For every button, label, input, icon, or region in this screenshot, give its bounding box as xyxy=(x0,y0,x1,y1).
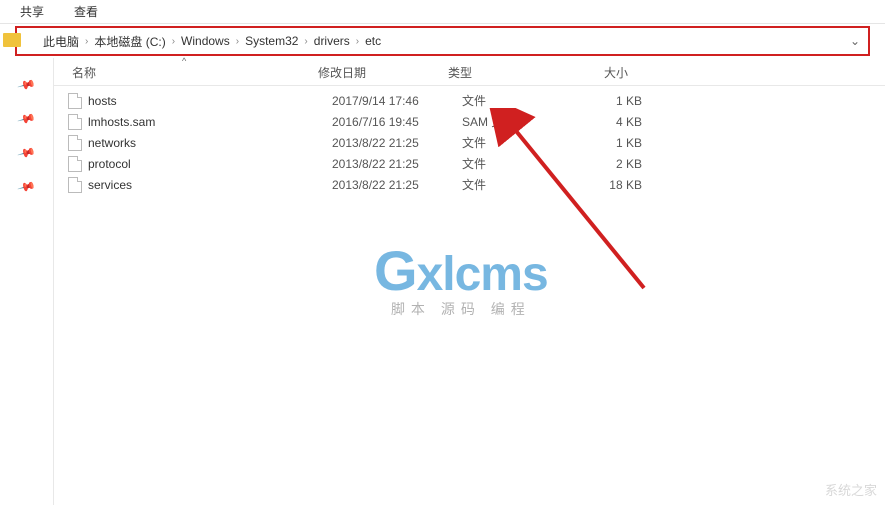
watermark-logo: Gxlcms xyxy=(374,238,548,303)
file-row[interactable]: protocol2013/8/22 21:25文件2 KB xyxy=(54,153,885,174)
file-size: 1 KB xyxy=(582,136,662,150)
file-name: hosts xyxy=(88,94,332,108)
file-row[interactable]: lmhosts.sam2016/7/16 19:45SAM 文件4 KB xyxy=(54,111,885,132)
crumb-0[interactable]: 此电脑 xyxy=(43,33,79,50)
file-name: lmhosts.sam xyxy=(88,115,332,129)
toolbar-view[interactable]: 查看 xyxy=(74,3,98,20)
file-icon xyxy=(68,156,82,172)
file-icon xyxy=(68,177,82,193)
file-list-pane: ^ 名称 修改日期 类型 大小 hosts2017/9/14 17:46文件1 … xyxy=(54,58,885,505)
file-size: 2 KB xyxy=(582,157,662,171)
crumb-3[interactable]: System32 xyxy=(245,34,298,48)
column-headers: ^ 名称 修改日期 类型 大小 xyxy=(54,58,885,86)
toolbar: 共享 查看 xyxy=(0,0,885,24)
toolbar-share[interactable]: 共享 xyxy=(20,3,44,20)
breadcrumb: 此电脑 › 本地磁盘 (C:) › Windows › System32 › d… xyxy=(43,33,850,50)
watermark: Gxlcms 脚本 源码 编程 xyxy=(374,238,548,319)
pin-icon[interactable]: 📌 xyxy=(17,75,37,95)
file-row[interactable]: hosts2017/9/14 17:46文件1 KB xyxy=(54,90,885,111)
footer-watermark: 系统之家 xyxy=(825,480,877,499)
crumb-5[interactable]: etc xyxy=(365,34,381,48)
address-dropdown-icon[interactable]: ⌄ xyxy=(850,34,868,48)
file-row[interactable]: networks2013/8/22 21:25文件1 KB xyxy=(54,132,885,153)
file-date: 2017/9/14 17:46 xyxy=(332,94,462,108)
pin-icon[interactable]: 📌 xyxy=(17,177,37,197)
watermark-subtitle: 脚本 源码 编程 xyxy=(374,299,548,319)
crumb-1[interactable]: 本地磁盘 (C:) xyxy=(94,33,165,50)
crumb-2[interactable]: Windows xyxy=(181,34,230,48)
folder-icon xyxy=(3,33,21,47)
column-size[interactable]: 大小 xyxy=(568,64,648,81)
file-size: 1 KB xyxy=(582,94,662,108)
chevron-right-icon: › xyxy=(236,36,239,47)
file-name: protocol xyxy=(88,157,332,171)
crumb-4[interactable]: drivers xyxy=(314,34,350,48)
file-name: networks xyxy=(88,136,332,150)
file-type: 文件 xyxy=(462,92,582,109)
pin-icon[interactable]: 📌 xyxy=(17,109,37,129)
file-icon xyxy=(68,135,82,151)
sidebar: 📌 📌 📌 📌 xyxy=(0,58,54,505)
sort-indicator-icon: ^ xyxy=(182,56,186,66)
file-type: 文件 xyxy=(462,155,582,172)
column-name[interactable]: 名称 xyxy=(68,64,318,81)
column-date[interactable]: 修改日期 xyxy=(318,64,448,81)
file-date: 2016/7/16 19:45 xyxy=(332,115,462,129)
chevron-right-icon: › xyxy=(172,36,175,47)
pin-icon[interactable]: 📌 xyxy=(17,143,37,163)
file-icon xyxy=(68,114,82,130)
file-type: 文件 xyxy=(462,134,582,151)
file-date: 2013/8/22 21:25 xyxy=(332,136,462,150)
file-size: 18 KB xyxy=(582,178,662,192)
column-type[interactable]: 类型 xyxy=(448,64,568,81)
file-row[interactable]: services2013/8/22 21:25文件18 KB xyxy=(54,174,885,195)
file-type: SAM 文件 xyxy=(462,113,582,130)
file-name: services xyxy=(88,178,332,192)
chevron-right-icon: › xyxy=(356,36,359,47)
chevron-right-icon: › xyxy=(85,36,88,47)
file-type: 文件 xyxy=(462,176,582,193)
file-size: 4 KB xyxy=(582,115,662,129)
address-bar[interactable]: 此电脑 › 本地磁盘 (C:) › Windows › System32 › d… xyxy=(15,26,870,56)
chevron-right-icon: › xyxy=(304,36,307,47)
file-icon xyxy=(68,93,82,109)
file-date: 2013/8/22 21:25 xyxy=(332,157,462,171)
file-date: 2013/8/22 21:25 xyxy=(332,178,462,192)
